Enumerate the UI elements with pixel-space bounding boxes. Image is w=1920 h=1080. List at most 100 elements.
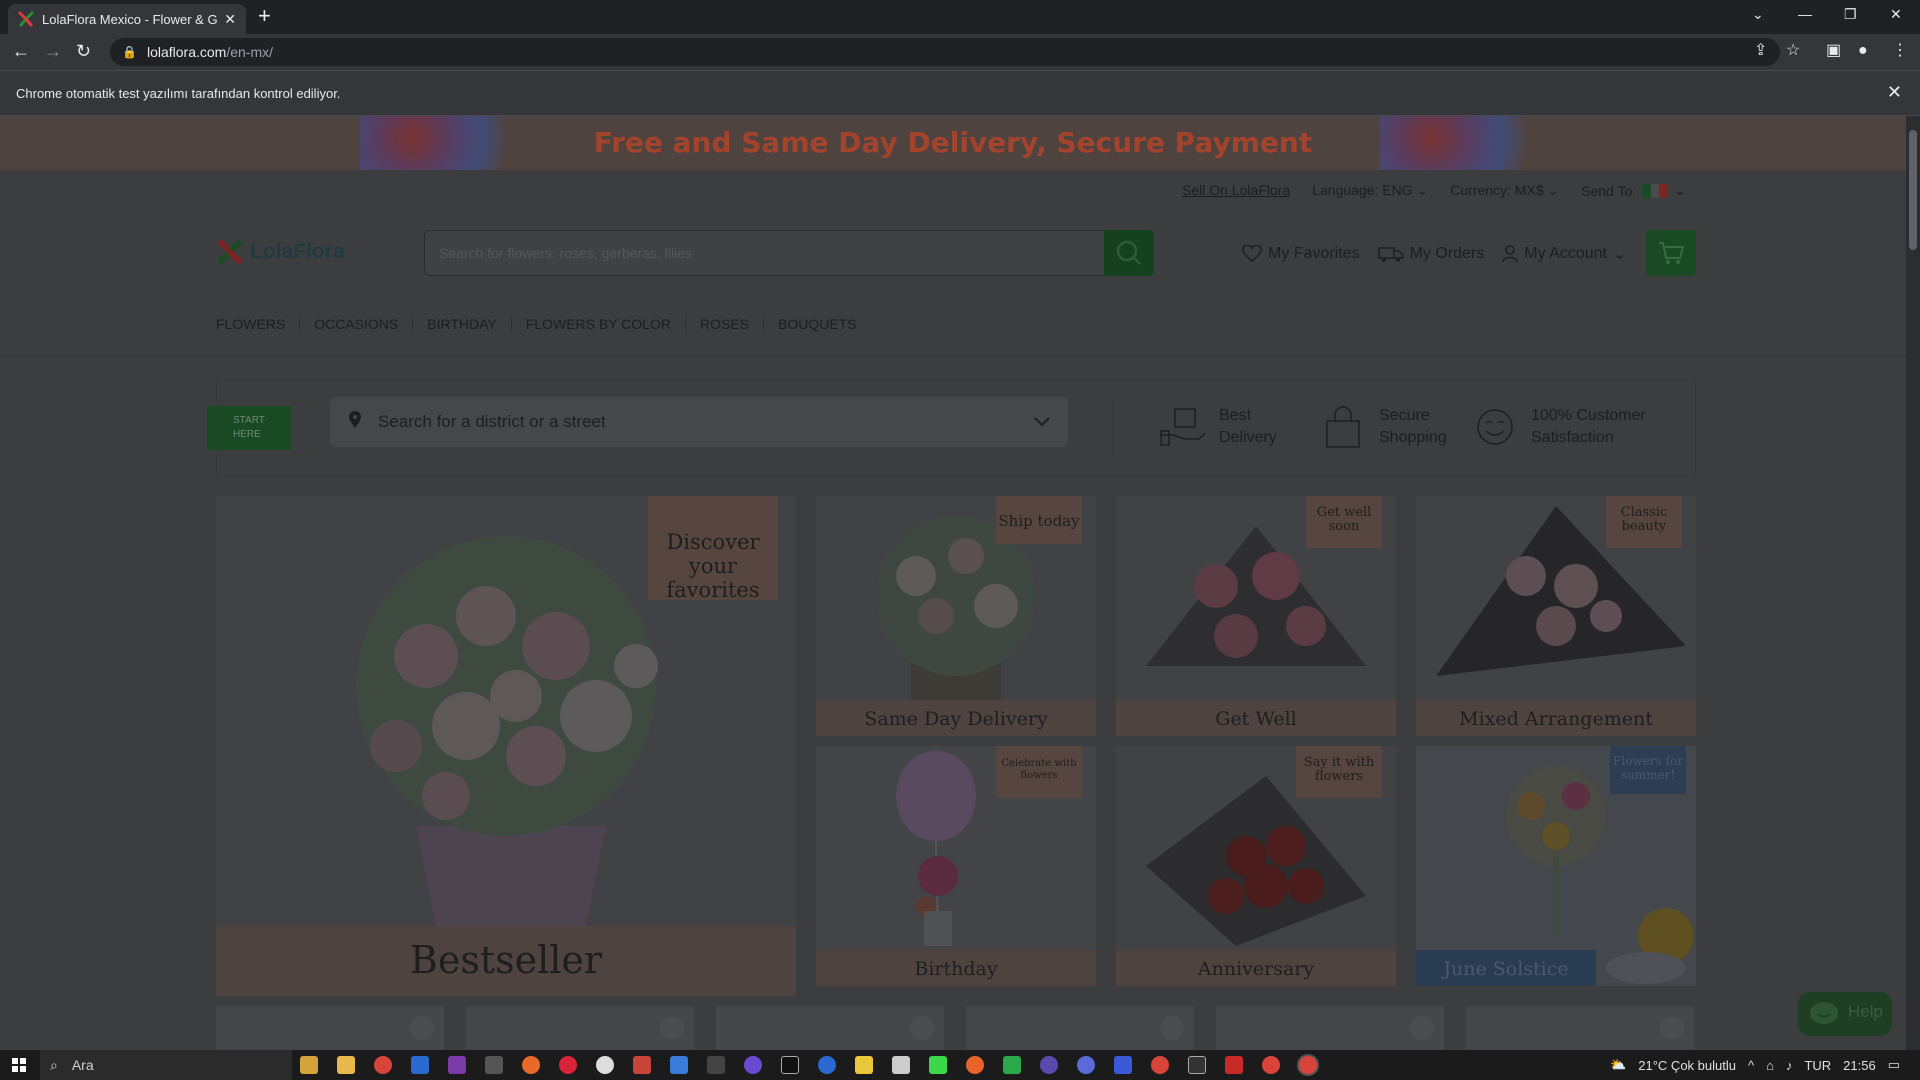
language-indicator[interactable]: TUR <box>1804 1058 1831 1073</box>
my-orders-link[interactable]: My Orders <box>1377 244 1484 264</box>
app-icon[interactable] <box>707 1056 725 1074</box>
app-icon[interactable] <box>485 1056 503 1074</box>
help-chat-button[interactable]: Help <box>1798 992 1892 1036</box>
menu-icon[interactable]: ⋮ <box>1892 43 1908 59</box>
favorite-heart-icon[interactable] <box>1410 1016 1434 1040</box>
nav-item-occasions[interactable]: OCCASIONS <box>300 316 414 332</box>
discord-icon[interactable] <box>1077 1056 1095 1074</box>
send-to-selector[interactable]: Send To: ⌄ <box>1581 182 1686 199</box>
tray-overflow-icon[interactable]: ^ <box>1748 1058 1754 1073</box>
chrome-active-icon[interactable] <box>1299 1056 1317 1074</box>
side-panel-icon[interactable]: ▣ <box>1826 43 1841 59</box>
category-card-get-well[interactable]: Get well soon Get Well <box>1116 496 1396 736</box>
clock[interactable]: 21:56 <box>1843 1058 1876 1073</box>
minimize-icon[interactable]: — <box>1798 6 1812 22</box>
onenote-icon[interactable] <box>448 1056 466 1074</box>
product-card[interactable] <box>716 1006 944 1050</box>
category-card-june-solstice[interactable]: Flowers for summer! June Solstice <box>1416 746 1696 986</box>
app-icon[interactable] <box>1114 1056 1132 1074</box>
browser-tab[interactable]: LolaFlora Mexico - Flower & Gift ✕ <box>8 4 246 34</box>
nav-item-bouquets[interactable]: BOUQUETS <box>764 316 871 332</box>
reload-icon[interactable]: ↻ <box>76 42 91 60</box>
category-card-same-day-delivery[interactable]: Ship today Same Day Delivery <box>816 496 1096 736</box>
app-icon[interactable] <box>744 1056 762 1074</box>
tab-close-icon[interactable]: ✕ <box>224 11 236 28</box>
weather-text[interactable]: 21°C Çok bulutlu <box>1638 1058 1736 1073</box>
product-card[interactable] <box>1216 1006 1444 1050</box>
app-icon[interactable] <box>633 1056 651 1074</box>
my-account-link[interactable]: My Account ⌄ <box>1502 244 1626 264</box>
nav-divider <box>0 356 1906 357</box>
favorite-heart-icon[interactable] <box>1660 1016 1684 1040</box>
category-card-birthday[interactable]: Celebrate with flowers Birthday <box>816 746 1096 986</box>
new-tab-icon[interactable]: + <box>258 5 271 27</box>
browser-toolbar: ← → ↻ 🔒 lolaflora.com/en-mx/ ⇪ ☆ ▣ ● ⋮ <box>0 34 1920 70</box>
close-window-icon[interactable]: ✕ <box>1890 6 1902 23</box>
sell-on-lolaflora-link[interactable]: Sell On LolaFlora <box>1182 182 1290 199</box>
opera-icon[interactable] <box>559 1056 577 1074</box>
network-icon[interactable]: ⌂ <box>1766 1058 1774 1073</box>
chrome-icon[interactable] <box>374 1056 392 1074</box>
category-card-anniversary[interactable]: Say it with flowers Anniversary <box>1116 746 1396 986</box>
product-card[interactable] <box>1466 1006 1694 1050</box>
lolaflora-logo[interactable]: LolaFlora <box>216 238 345 266</box>
windows-start-icon[interactable] <box>12 1058 26 1072</box>
scrollbar-thumb[interactable] <box>1909 130 1917 250</box>
outlook-icon[interactable] <box>411 1056 429 1074</box>
app-icon[interactable] <box>1003 1056 1021 1074</box>
app-icon[interactable] <box>818 1056 836 1074</box>
chrome-icon[interactable] <box>1262 1056 1280 1074</box>
search-button[interactable] <box>1104 230 1154 276</box>
favorite-heart-icon[interactable] <box>660 1016 684 1040</box>
back-icon[interactable]: ← <box>12 42 30 60</box>
my-favorites-link[interactable]: My Favorites <box>1242 244 1360 264</box>
favorite-heart-icon[interactable] <box>1160 1016 1184 1040</box>
currency-selector[interactable]: Currency: MX$ ⌄ <box>1450 182 1559 199</box>
app-icon[interactable] <box>1225 1056 1243 1074</box>
infobar-close-icon[interactable]: ✕ <box>1887 82 1902 103</box>
tab-search-icon[interactable]: ⌄ <box>1752 6 1764 23</box>
app-icon[interactable] <box>300 1056 318 1074</box>
nav-item-birthday[interactable]: BIRTHDAY <box>413 316 512 332</box>
promo-banner[interactable]: Free and Same Day Delivery, Secure Payme… <box>0 116 1906 170</box>
search-icon <box>1116 240 1141 265</box>
chrome-icon[interactable] <box>1151 1056 1169 1074</box>
android-studio-icon[interactable] <box>929 1056 947 1074</box>
volume-icon[interactable]: ♪ <box>1786 1058 1793 1073</box>
language-selector[interactable]: Language: ENG ⌄ <box>1312 182 1428 199</box>
chevron-down-icon[interactable] <box>1032 411 1052 431</box>
github-icon[interactable] <box>1040 1056 1058 1074</box>
nav-item-flowers[interactable]: FLOWERS <box>216 316 301 332</box>
taskbar-search[interactable]: ⌕ Ara <box>40 1050 292 1080</box>
category-card-bestseller[interactable]: Discover your favorites Bestseller <box>216 496 796 996</box>
firefox-icon[interactable] <box>522 1056 540 1074</box>
app-icon[interactable] <box>596 1056 614 1074</box>
restore-icon[interactable]: ❐ <box>1844 6 1857 23</box>
product-card[interactable] <box>466 1006 694 1050</box>
app-icon[interactable] <box>670 1056 688 1074</box>
bookmark-star-icon[interactable]: ☆ <box>1786 43 1800 59</box>
sticky-notes-icon[interactable] <box>855 1056 873 1074</box>
page-scrollbar[interactable] <box>1906 116 1920 1050</box>
share-icon[interactable]: ⇪ <box>1754 43 1767 59</box>
nav-item-roses[interactable]: ROSES <box>686 316 764 332</box>
forward-icon[interactable]: → <box>44 42 62 60</box>
flower-search-input[interactable]: Search for flowers: roses, gerberas, lil… <box>424 230 1154 276</box>
favorite-heart-icon[interactable] <box>410 1016 434 1040</box>
product-card[interactable] <box>216 1006 444 1050</box>
notifications-icon[interactable]: ▭ <box>1888 1057 1900 1073</box>
app-icon[interactable] <box>892 1056 910 1074</box>
postman-icon[interactable] <box>966 1056 984 1074</box>
category-card-mixed-arrangement[interactable]: Classic beauty Mixed Arrangement <box>1416 496 1696 736</box>
product-card[interactable] <box>966 1006 1194 1050</box>
june-solstice-label: June Solstice <box>1416 950 1596 986</box>
file-explorer-icon[interactable] <box>337 1056 355 1074</box>
intellij-icon[interactable] <box>781 1056 799 1074</box>
cart-button[interactable] <box>1646 230 1696 276</box>
district-search-input[interactable]: Search for a district or a street <box>330 397 1068 447</box>
favorite-heart-icon[interactable] <box>910 1016 934 1040</box>
terminal-icon[interactable] <box>1188 1056 1206 1074</box>
profile-icon[interactable]: ● <box>1858 43 1868 59</box>
nav-item-flowers-by-color[interactable]: FLOWERS BY COLOR <box>512 316 686 332</box>
address-bar[interactable]: 🔒 lolaflora.com/en-mx/ <box>110 38 1780 66</box>
